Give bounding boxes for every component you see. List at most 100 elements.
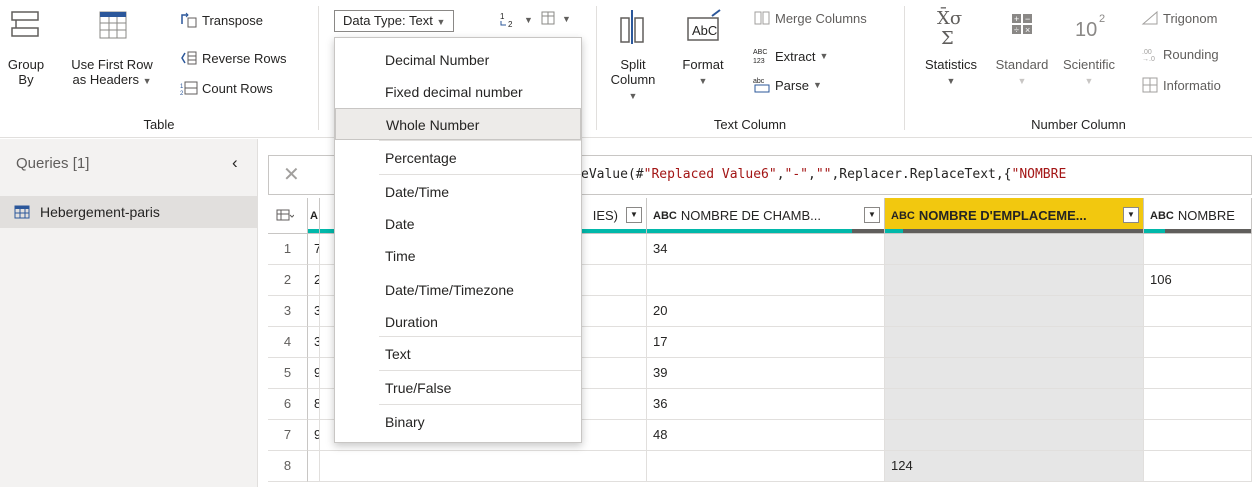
column-filter-button[interactable]: ▼	[864, 207, 880, 223]
table-cell[interactable]	[647, 265, 885, 296]
svg-text:10: 10	[1075, 19, 1097, 41]
row-index[interactable]: 4	[268, 327, 308, 358]
table-cell[interactable]	[885, 358, 1144, 389]
count-rows-button[interactable]: 12 Count Rows	[180, 80, 273, 97]
extract-button[interactable]: ABC 123 Extract ▼	[753, 46, 828, 66]
column-header-nombre-de-chambres[interactable]: ABC NOMBRE DE CHAMB... ▼	[647, 198, 885, 234]
cancel-formula-icon[interactable]: ✕	[283, 162, 300, 187]
row-index[interactable]: 2	[268, 265, 308, 296]
table-cell[interactable]	[1144, 389, 1252, 420]
menu-item-time[interactable]: Time	[335, 240, 581, 272]
table-group: Group By Use First Row as Headers ▼ Tran…	[0, 0, 318, 138]
menu-item-date[interactable]: Date	[335, 208, 581, 240]
use-first-row-button[interactable]: Use First Row as Headers ▼	[54, 6, 170, 89]
menu-item-percentage[interactable]: Percentage	[335, 142, 581, 174]
table-cell[interactable]	[885, 234, 1144, 265]
table-cell[interactable]	[885, 420, 1144, 451]
table-menu-button[interactable]	[268, 198, 308, 234]
rename-column-button[interactable]: ▼	[540, 10, 571, 28]
table-cell[interactable]: 34	[647, 234, 885, 265]
table-cell[interactable]	[647, 451, 885, 482]
column-header-nombre[interactable]: ABC NOMBRE	[1144, 198, 1252, 234]
menu-item-decimal-number[interactable]: Decimal Number	[335, 44, 581, 76]
table-cell[interactable]	[320, 451, 647, 482]
menu-item-duration[interactable]: Duration	[335, 306, 581, 338]
table-cell[interactable]: 20	[647, 296, 885, 327]
table-cell[interactable]	[885, 327, 1144, 358]
table-cell[interactable]: 106	[1144, 265, 1252, 296]
statistics-icon: X̄σ Σ	[937, 6, 962, 49]
table-cell[interactable]	[1144, 420, 1252, 451]
query-item-hebergement-paris[interactable]: Hebergement-paris	[0, 196, 258, 228]
parse-button[interactable]: abc Parse ▼	[753, 76, 822, 94]
scientific-button[interactable]: 10 2 Scientific ▼	[1055, 6, 1123, 89]
rounding-icon: .00→.0	[1142, 49, 1155, 62]
menu-item-fixed-decimal-number[interactable]: Fixed decimal number	[335, 76, 581, 108]
table-cell[interactable]: 9	[308, 420, 320, 451]
merge-columns-button[interactable]: Merge Columns	[753, 10, 867, 26]
table-cell[interactable]	[1144, 296, 1252, 327]
table-cell[interactable]	[1144, 451, 1252, 482]
table-cell[interactable]: 36	[647, 389, 885, 420]
table-cell[interactable]	[308, 451, 320, 482]
column-header-a[interactable]: A	[308, 198, 320, 234]
table-cell[interactable]	[1144, 358, 1252, 389]
menu-item-whole-number[interactable]: Whole Number	[335, 108, 581, 140]
table-cell[interactable]: 48	[647, 420, 885, 451]
row-index[interactable]: 1	[268, 234, 308, 265]
split-column-button[interactable]: Split Column ▼	[607, 6, 659, 104]
standard-button[interactable]: + − ÷ × Standard ▼	[989, 6, 1055, 89]
column-quality-bar	[308, 229, 319, 233]
text-type-icon: ABC	[1150, 209, 1174, 222]
row-index[interactable]: 5	[268, 358, 308, 389]
chevron-down-icon: ▼	[812, 80, 822, 90]
menu-item-true-false[interactable]: True/False	[335, 372, 581, 404]
table-cell[interactable]	[885, 265, 1144, 296]
rounding-label: Rounding	[1163, 46, 1219, 62]
table-cell[interactable]	[885, 296, 1144, 327]
text-column-group-label: Text Column	[713, 117, 787, 132]
transpose-button[interactable]: Transpose	[180, 12, 263, 28]
formula-text[interactable]: eValue(#"Replaced Value6","-","",Replace…	[581, 167, 1066, 182]
table-cell[interactable]	[1144, 327, 1252, 358]
table-cell[interactable]: 2	[308, 265, 320, 296]
rounding-button[interactable]: .00 →.0 Rounding	[1141, 46, 1219, 63]
table-cell[interactable]: 39	[647, 358, 885, 389]
information-button[interactable]: Informatio	[1141, 76, 1221, 94]
menu-separator	[379, 404, 581, 405]
parse-icon: abc	[753, 78, 770, 93]
menu-separator	[379, 370, 581, 371]
group-by-button[interactable]: Group By	[6, 6, 46, 87]
table-cell[interactable]: 17	[647, 327, 885, 358]
svg-text:.00: .00	[1142, 49, 1152, 56]
statistics-button[interactable]: X̄σ Σ Statistics ▼	[915, 6, 987, 89]
menu-item-date-time[interactable]: Date/Time	[335, 176, 581, 208]
menu-item-date-time-timezone[interactable]: Date/Time/Timezone	[335, 274, 581, 306]
row-index[interactable]: 3	[268, 296, 308, 327]
table-cell[interactable]: 3	[308, 327, 320, 358]
table-cell[interactable]	[1144, 234, 1252, 265]
format-button[interactable]: AbC Format ▼	[679, 6, 727, 89]
detect-data-type-button[interactable]: 12 ▼	[498, 12, 533, 28]
table-cell[interactable]: 3	[308, 296, 320, 327]
table-cell[interactable]: 8	[308, 389, 320, 420]
table-cell[interactable]: 9	[308, 358, 320, 389]
svg-text:1: 1	[500, 12, 505, 21]
standard-label: Standard	[995, 57, 1049, 72]
table-cell[interactable]: 124	[885, 451, 1144, 482]
table-cell[interactable]	[885, 389, 1144, 420]
column-filter-button[interactable]: ▼	[626, 207, 642, 223]
menu-item-text[interactable]: Text	[335, 338, 581, 370]
data-type-button[interactable]: Data Type: Text ▼	[334, 10, 455, 32]
trigonometry-button[interactable]: Trigonom	[1141, 10, 1217, 26]
column-filter-button[interactable]: ▼	[1123, 207, 1139, 223]
collapse-pane-icon[interactable]: ‹	[232, 153, 238, 173]
row-index[interactable]: 8	[268, 451, 308, 482]
row-index[interactable]: 6	[268, 389, 308, 420]
menu-item-binary[interactable]: Binary	[335, 406, 581, 438]
row-index[interactable]: 7	[268, 420, 308, 451]
table-cell[interactable]: 7	[308, 234, 320, 265]
column-header-nombre-d-emplacements[interactable]: ABC NOMBRE D'EMPLACEME... ▼	[885, 198, 1144, 234]
reverse-rows-button[interactable]: Reverse Rows	[180, 50, 287, 66]
svg-text:abc: abc	[753, 78, 765, 85]
